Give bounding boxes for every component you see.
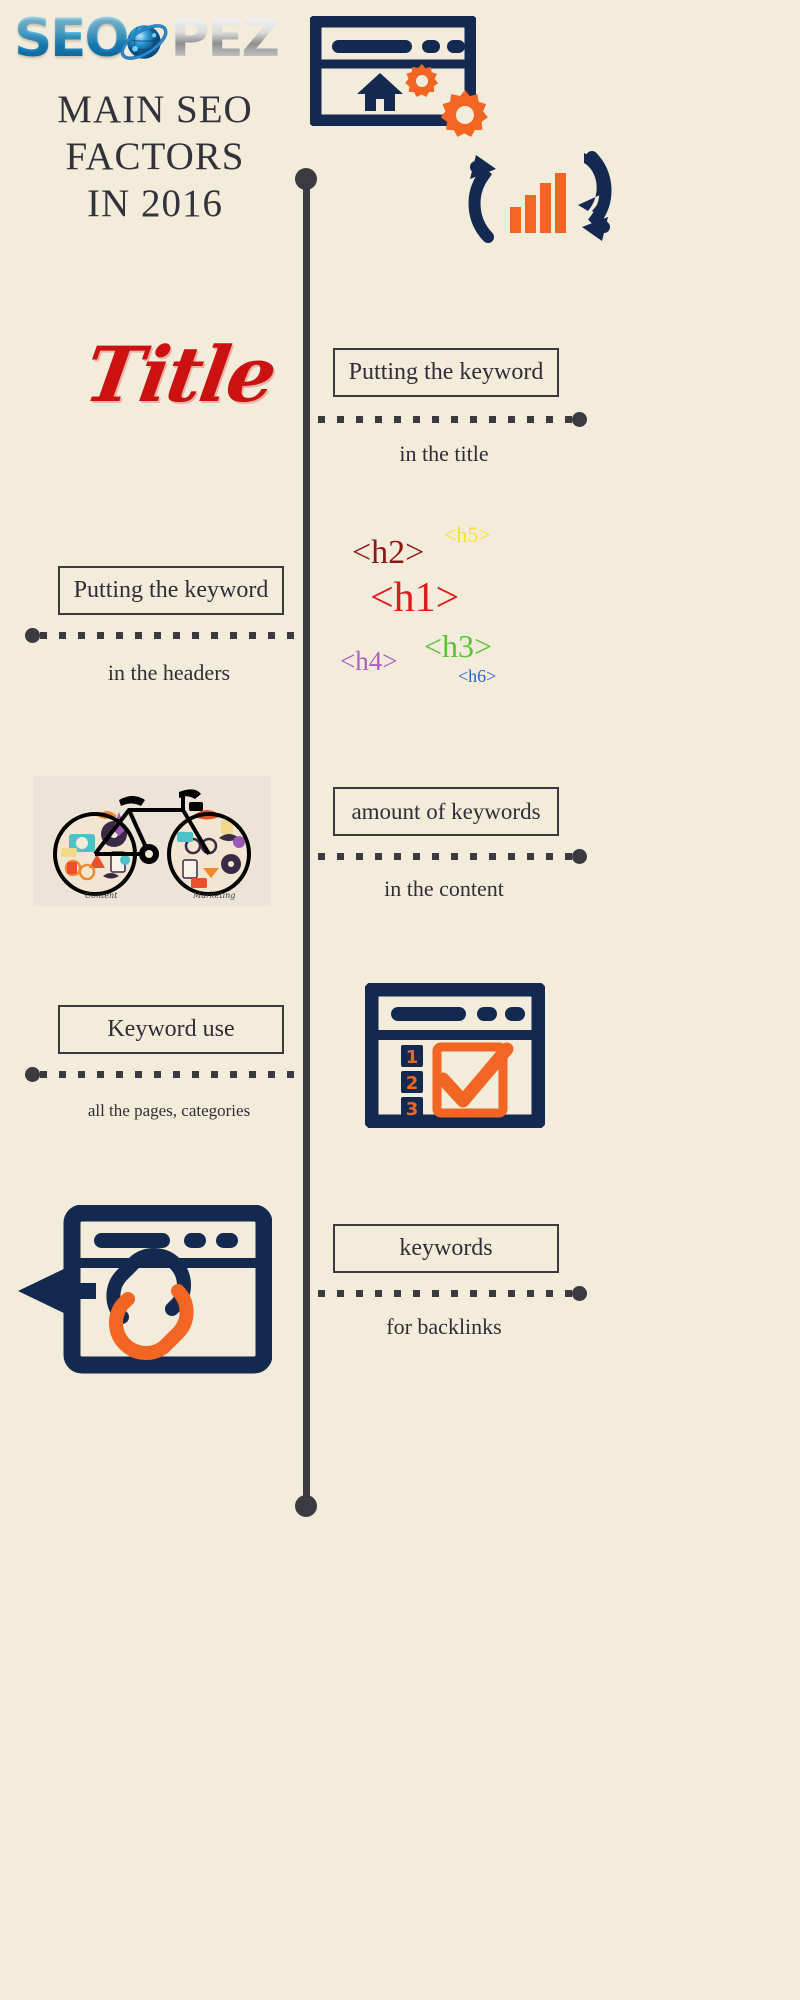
tag-h5: <h5> — [444, 522, 491, 547]
logo: SEOOPEZ — [14, 8, 304, 70]
caption-in-the-content: in the content — [384, 876, 504, 901]
box-putting-keyword-headers: Putting the keyword — [58, 566, 284, 615]
browser-checklist-icon: 1 2 3 — [365, 983, 545, 1128]
box-keywords: keywords — [333, 1224, 559, 1273]
tag-h1: <h1> — [370, 575, 460, 621]
connector-dots-headers — [40, 632, 296, 639]
bicycle-label-content: Content — [85, 891, 118, 900]
page-title-line3: IN 2016 — [87, 182, 223, 225]
tag-h6: <h6> — [458, 666, 497, 686]
box-label: keywords — [399, 1235, 493, 1261]
tag-h2: <h2> — [352, 534, 425, 571]
page-title-line2: FACTORS — [65, 135, 245, 178]
caption-in-the-title: in the title — [399, 441, 489, 466]
box-label: Putting the keyword — [348, 359, 544, 385]
page-title: MAIN SEO FACTORS IN 2016 — [10, 86, 300, 227]
tag-h3: <h3> — [424, 628, 493, 664]
box-label: amount of keywords — [351, 798, 541, 824]
bicycle-label-marketing: Marketing — [193, 891, 236, 900]
page-title-line1: MAIN SEO — [57, 88, 253, 131]
connector-dots-backlinks — [318, 1290, 574, 1297]
box-label: Putting the keyword — [73, 577, 269, 603]
heading-tag-cloud: <h2> <h5> <h1> <h3> <h4> <h6> — [320, 510, 620, 700]
logo-seo-text: SEO — [14, 8, 129, 69]
box-keyword-use: Keyword use — [58, 1005, 284, 1054]
connector-dots-content — [318, 853, 574, 860]
title-script-visual: Title — [79, 330, 281, 419]
box-putting-keyword-title: Putting the keyword — [333, 348, 559, 397]
logo-pez-text: PEZ — [170, 8, 280, 69]
globe-icon — [120, 24, 168, 60]
timeline-dot-bottom — [295, 1495, 317, 1517]
browser-link-arrow-icon — [18, 1205, 272, 1374]
connector-enddot-content — [572, 849, 587, 864]
infographic-page: SEOOPEZ MAIN SEO FACTORS IN 2016 — [0, 0, 800, 2000]
connector-enddot-title — [572, 412, 587, 427]
connector-enddot-pages — [25, 1067, 40, 1082]
connector-enddot-headers — [25, 628, 40, 643]
caption-in-the-headers: in the headers — [107, 660, 231, 685]
connector-enddot-backlinks — [572, 1286, 587, 1301]
content-marketing-bicycle-image: Content Marketing — [33, 776, 271, 906]
caption-all-the-pages: all the pages, categories — [87, 1101, 251, 1120]
svg-text:2: 2 — [406, 1073, 419, 1094]
connector-dots-title — [318, 416, 574, 423]
refresh-bar-chart-icon — [468, 151, 612, 243]
svg-text:3: 3 — [406, 1099, 419, 1120]
gear-large-icon — [440, 90, 488, 137]
box-label: Keyword use — [107, 1016, 235, 1042]
timeline-spine — [303, 180, 310, 1510]
svg-text:1: 1 — [406, 1047, 419, 1068]
caption-for-backlinks: for backlinks — [386, 1314, 502, 1339]
timeline-dot-top — [295, 168, 317, 190]
tag-h4: <h4> — [340, 646, 398, 676]
connector-dots-pages — [40, 1071, 296, 1078]
box-amount-of-keywords: amount of keywords — [333, 787, 559, 836]
